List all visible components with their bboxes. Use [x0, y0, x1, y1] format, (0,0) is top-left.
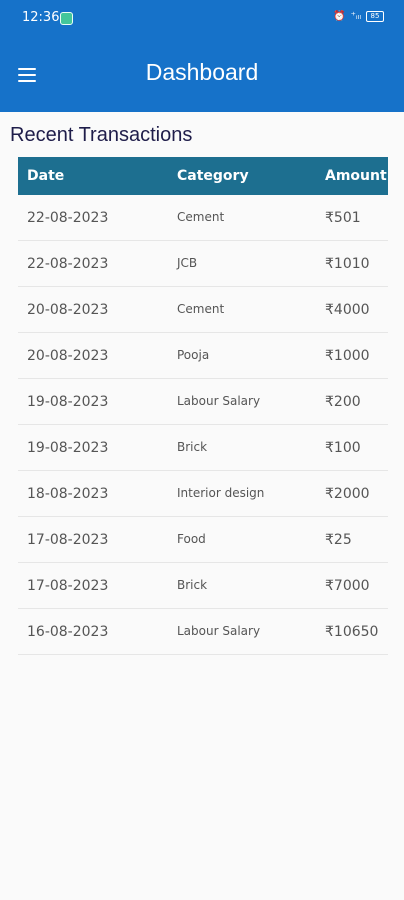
cell-amount: ₹501 — [325, 210, 361, 226]
table-row[interactable]: 22-08-2023 Cement ₹501 — [18, 195, 388, 241]
column-header-category: Category — [177, 168, 249, 184]
table-row[interactable]: 18-08-2023 Interior design ₹2000 — [18, 471, 388, 517]
table-header: Date Category Amount — [18, 157, 388, 195]
app-bar: 12:36 ⏰ ⁺ᵢₗₗ 85 Dashboard — [0, 0, 404, 112]
cell-date: 16-08-2023 — [27, 624, 109, 640]
cell-category: Brick — [177, 440, 208, 454]
cell-category: Cement — [177, 302, 225, 316]
cell-category: Pooja — [177, 348, 210, 362]
cell-date: 20-08-2023 — [27, 302, 109, 318]
table-row[interactable]: 16-08-2023 Labour Salary ₹10650 — [18, 609, 388, 655]
signal-icon: ⁺ᵢₗₗ — [350, 11, 361, 22]
column-header-date: Date — [27, 168, 65, 184]
table-row[interactable]: 19-08-2023 Labour Salary ₹200 — [18, 379, 388, 425]
notification-app-icon — [60, 12, 73, 25]
table-body: 22-08-2023 Cement ₹501 22-08-2023 JCB ₹1010 20… — [18, 195, 388, 655]
section-title: Recent Transactions — [10, 124, 193, 146]
cell-category: JCB — [177, 256, 198, 270]
table-row[interactable]: 19-08-2023 Brick ₹100 — [18, 425, 388, 471]
cell-category: Labour Salary — [177, 624, 261, 638]
table-row[interactable]: 17-08-2023 Food ₹25 — [18, 517, 388, 563]
cell-date: 20-08-2023 — [27, 348, 109, 364]
table-row[interactable]: 20-08-2023 Cement ₹4000 — [18, 287, 388, 333]
cell-date: 18-08-2023 — [27, 486, 109, 502]
table-row[interactable]: 20-08-2023 Pooja ₹1000 — [18, 333, 388, 379]
cell-date: 19-08-2023 — [27, 394, 109, 410]
table-row[interactable]: 22-08-2023 JCB ₹1010 — [18, 241, 388, 287]
cell-amount: ₹100 — [325, 440, 361, 456]
battery-icon: 85 — [366, 11, 384, 22]
cell-date: 22-08-2023 — [27, 256, 109, 272]
cell-category: Labour Salary — [177, 394, 261, 408]
cell-category: Food — [177, 532, 206, 546]
cell-date: 17-08-2023 — [27, 532, 109, 548]
transactions-table: Date Category Amount 22-08-2023 Cement ₹50… — [18, 157, 388, 655]
cell-amount: ₹200 — [325, 394, 361, 410]
cell-date: 22-08-2023 — [27, 210, 109, 226]
cell-category: Brick — [177, 578, 208, 592]
cell-amount: ₹25 — [325, 532, 352, 548]
cell-amount: ₹2000 — [325, 486, 370, 502]
status-time: 12:36 — [22, 10, 60, 25]
status-bar: 12:36 ⏰ ⁺ᵢₗₗ 85 — [0, 0, 404, 36]
alarm-icon: ⏰ — [333, 11, 346, 22]
cell-amount: ₹1010 — [325, 256, 370, 272]
cell-category: Interior design — [177, 486, 265, 500]
column-header-amount: Amount — [325, 168, 387, 184]
cell-amount: ₹10650 — [325, 624, 379, 640]
table-row[interactable]: 17-08-2023 Brick ₹7000 — [18, 563, 388, 609]
cell-category: Cement — [177, 210, 225, 224]
status-icons: ⏰ ⁺ᵢₗₗ 85 — [333, 11, 384, 22]
cell-amount: ₹7000 — [325, 578, 370, 594]
page-title: Dashboard — [145, 59, 259, 85]
cell-amount: ₹1000 — [325, 348, 370, 364]
cell-date: 17-08-2023 — [27, 578, 109, 594]
cell-date: 19-08-2023 — [27, 440, 109, 456]
cell-amount: ₹4000 — [325, 302, 370, 318]
